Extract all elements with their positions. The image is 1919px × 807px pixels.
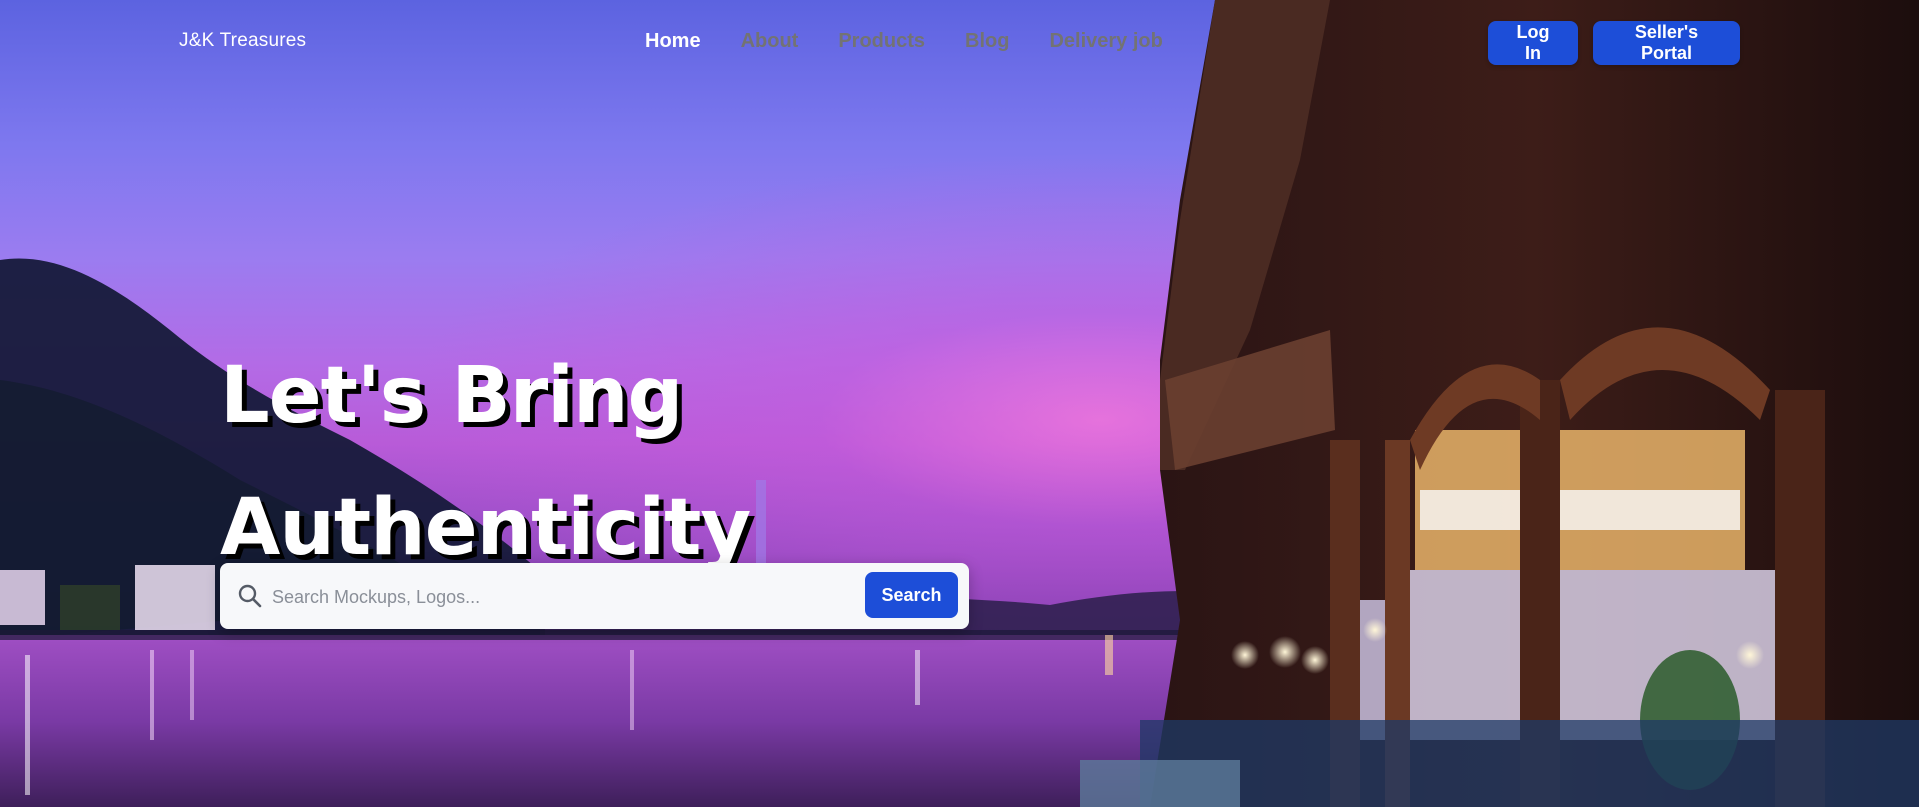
nav-link-products[interactable]: Products [838, 30, 925, 53]
login-button[interactable]: Log In [1488, 21, 1578, 65]
nav-link-home[interactable]: Home [645, 30, 701, 53]
search-bar: Search [220, 563, 969, 629]
top-navigation: J&K Treasures Home About Products Blog D… [0, 0, 1919, 88]
hero-headline: Let's Bring Authenticity [220, 330, 767, 594]
search-input[interactable] [270, 575, 874, 619]
nav-link-delivery-job[interactable]: Delivery job [1049, 30, 1162, 53]
typing-caret [756, 480, 767, 567]
nav-link-blog[interactable]: Blog [965, 30, 1009, 53]
search-icon [236, 582, 264, 610]
headline-line-1: Let's Bring [220, 351, 683, 442]
hero-section: J&K Treasures Home About Products Blog D… [0, 0, 1919, 807]
main-menu: Home About Products Blog Delivery job [645, 30, 1203, 53]
headline-line-2-text: Authenticity [220, 483, 751, 574]
search-button[interactable]: Search [865, 572, 958, 618]
sellers-portal-button[interactable]: Seller's Portal [1593, 21, 1740, 65]
nav-link-about[interactable]: About [741, 30, 799, 53]
brand-logo[interactable]: J&K Treasures [179, 30, 306, 52]
